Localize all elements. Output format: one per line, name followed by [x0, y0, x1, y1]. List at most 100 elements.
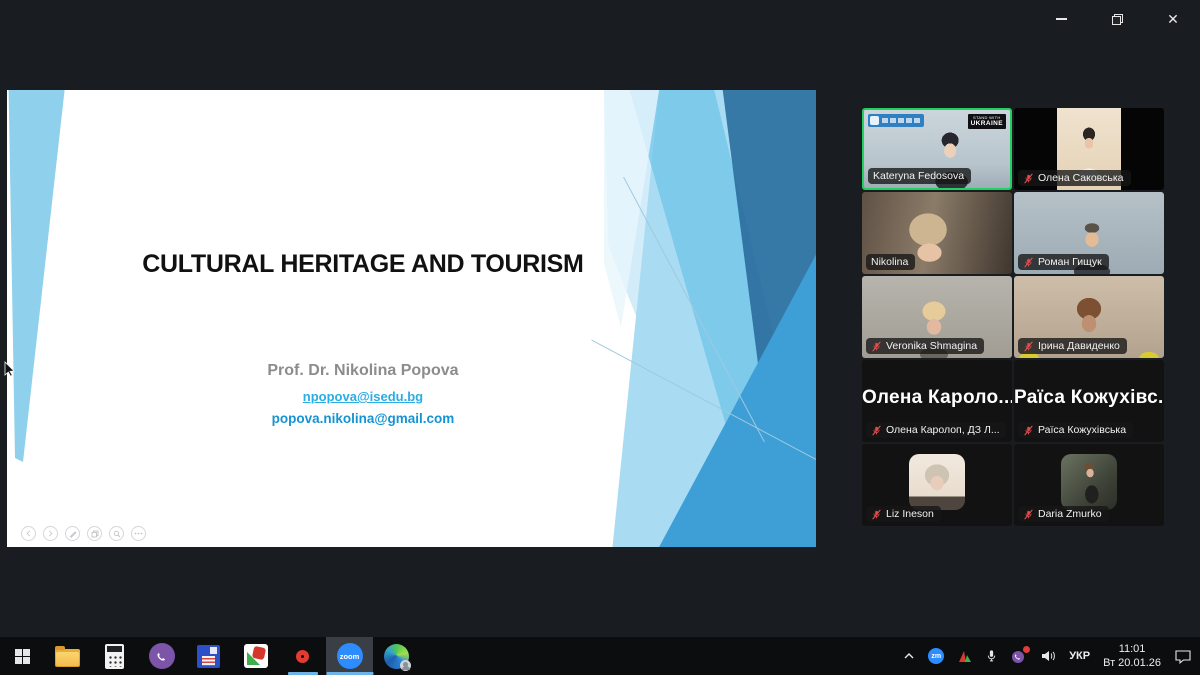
slide-title: CULTURAL HERITAGE AND TOURISM [7, 250, 719, 279]
action-center-icon[interactable] [1174, 648, 1192, 664]
edge-icon [384, 644, 409, 669]
participant-name-label: Kateryna Fedosova [868, 168, 971, 184]
participant-name-label: Daria Zmurko [1018, 506, 1109, 522]
participant-name: Ірина Давиденко [1038, 340, 1120, 352]
tray-time: 11:01 [1119, 643, 1146, 655]
save-tool-button[interactable] [185, 637, 232, 675]
stand-with-ukraine-badge: STAND WITH UKRAINE [968, 114, 1006, 129]
windows-taskbar: zoom zm УКР [0, 637, 1200, 675]
mouse-cursor [4, 361, 16, 377]
participant-name: Kateryna Fedosova [873, 170, 964, 182]
slide-email-secondary: popova.nikolina@gmail.com [7, 411, 719, 426]
participant-tile-veronika-shmagina[interactable]: Veronika Shmagina [862, 276, 1012, 358]
next-slide-icon[interactable] [43, 526, 58, 541]
participant-name: Liz Ineson [886, 508, 934, 520]
muted-mic-icon [1023, 425, 1034, 436]
participant-avatar [1061, 454, 1117, 510]
zoom-app-button[interactable]: zoom [326, 637, 373, 675]
participant-avatar [909, 454, 965, 510]
participant-name-label: Роман Гищук [1018, 254, 1109, 270]
shared-screen-slide: CULTURAL HERITAGE AND TOURISM Prof. Dr. … [7, 90, 816, 547]
minimize-icon[interactable] [1044, 6, 1078, 32]
close-glyph: ✕ [1167, 12, 1179, 26]
slide-author: Prof. Dr. Nikolina Popova [7, 362, 719, 380]
restore-icon[interactable] [1100, 6, 1134, 32]
microphone-tray-icon[interactable] [985, 649, 998, 663]
participant-tile-nikolina[interactable]: Nikolina [862, 192, 1012, 274]
minimize-glyph [1056, 18, 1067, 20]
zoom-icon-label: zoom [340, 652, 360, 661]
clock[interactable]: 11:01 Вт 20.01.26 [1103, 642, 1161, 671]
participant-tile-iryna-davydenko[interactable]: Ірина Давиденко [1014, 276, 1164, 358]
viber-button[interactable] [138, 637, 185, 675]
participant-display-name: Олена Кароло... [862, 387, 1012, 409]
participant-display-name: Раїса Кожухівс... [1014, 387, 1164, 409]
muted-mic-icon [871, 509, 882, 520]
folder-icon [55, 649, 80, 667]
participant-name-label: Liz Ineson [866, 506, 941, 522]
slide-email-link: npopova@isedu.bg [7, 389, 719, 404]
participant-name-label: Олена Саковська [1018, 170, 1131, 186]
participant-name: Олена Саковська [1038, 172, 1124, 184]
org-logo [868, 114, 924, 127]
calculator-icon [105, 644, 124, 669]
close-icon[interactable]: ✕ [1156, 6, 1190, 32]
participant-name-label: Ірина Давиденко [1018, 338, 1127, 354]
opera-icon [296, 650, 309, 663]
participant-name: Veronika Shmagina [886, 340, 977, 352]
draw-pen-icon[interactable] [65, 526, 80, 541]
muted-mic-icon [1023, 341, 1034, 352]
muted-mic-icon [871, 425, 882, 436]
language-indicator[interactable]: УКР [1069, 650, 1090, 662]
participant-name: Олена Каролоп, ДЗ Л... [886, 424, 1000, 436]
windows-logo-icon [15, 649, 30, 664]
zm-label: zm [931, 653, 941, 660]
participant-name-label: Раїса Кожухівська [1018, 422, 1133, 438]
slide-decoration-left [7, 90, 87, 490]
edge-button[interactable] [373, 637, 420, 675]
zoom-icon: zoom [337, 643, 363, 669]
muted-mic-icon [871, 341, 882, 352]
participant-tile-olena-sakovska[interactable]: Олена Саковська [1014, 108, 1164, 190]
participant-tile-raisa-kozhukhivska[interactable]: Раїса Кожухівс... Раїса Кожухівська [1014, 360, 1164, 442]
volume-icon[interactable] [1040, 649, 1056, 663]
badge-line2: UKRAINE [971, 120, 1003, 128]
copy-frames-icon[interactable] [87, 526, 102, 541]
participant-tile-roman-hyshchuk[interactable]: Роман Гищук [1014, 192, 1164, 274]
muted-mic-icon [1023, 509, 1034, 520]
tray-date: Вт 20.01.26 [1103, 657, 1161, 669]
slide-decoration-right [604, 90, 816, 547]
participant-name: Daria Zmurko [1038, 508, 1102, 520]
zoom-tray-icon[interactable]: zm [928, 648, 944, 664]
viber-tray-icon[interactable] [1011, 648, 1027, 664]
previous-slide-icon[interactable] [21, 526, 36, 541]
participant-tile-kateryna-fedosova[interactable]: STAND WITH UKRAINE Kateryna Fedosova [862, 108, 1012, 190]
participant-tile-daria-zmurko[interactable]: Daria Zmurko [1014, 444, 1164, 526]
participant-name: Nikolina [871, 256, 908, 268]
calculator-button[interactable] [91, 637, 138, 675]
window-controls: ✕ [1044, 6, 1190, 32]
presentation-toolbar [21, 526, 146, 541]
restore-glyph [1111, 13, 1124, 26]
hidden-icons-chevron-icon[interactable] [903, 652, 915, 660]
irfanview-button[interactable] [232, 637, 279, 675]
edge-profile-badge [400, 660, 411, 671]
opera-button[interactable] [279, 637, 326, 675]
zoom-search-icon[interactable] [109, 526, 124, 541]
zoom-meeting-window: ✕ CULTURAL HERITAGE AND TOURISM Prof. Dr… [0, 0, 1200, 675]
participants-grid: STAND WITH UKRAINE Kateryna Fedosova Оле… [862, 108, 1164, 526]
irfanview-icon [244, 644, 268, 668]
start-button[interactable] [0, 637, 44, 675]
notification-badge [1023, 646, 1030, 653]
viber-icon [149, 643, 175, 669]
participant-tile-olena-karolop[interactable]: Олена Кароло... Олена Каролоп, ДЗ Л... [862, 360, 1012, 442]
participant-tile-liz-ineson[interactable]: Liz Ineson [862, 444, 1012, 526]
floppy-disk-icon [197, 645, 220, 668]
file-explorer-button[interactable] [44, 637, 91, 675]
muted-mic-icon [1023, 173, 1034, 184]
participant-name: Раїса Кожухівська [1038, 424, 1126, 436]
gpu-tray-icon[interactable] [957, 650, 972, 663]
participant-name-label: Nikolina [866, 254, 915, 270]
muted-mic-icon [1023, 257, 1034, 268]
more-options-icon[interactable] [131, 526, 146, 541]
